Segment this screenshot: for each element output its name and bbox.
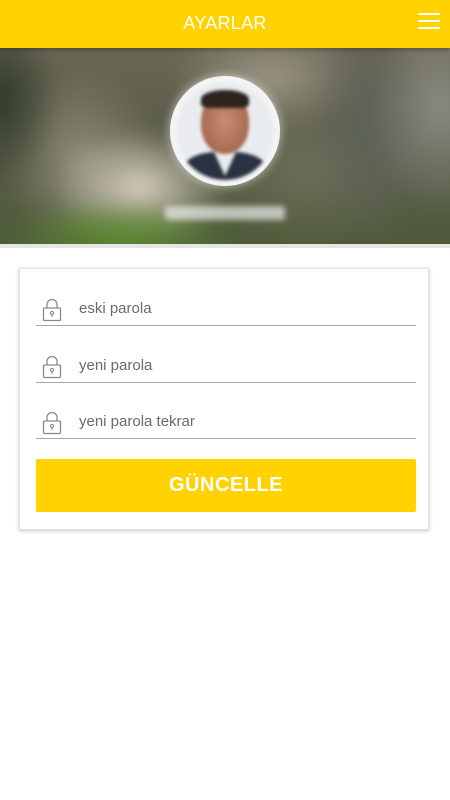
new-password-input[interactable]: [79, 353, 409, 377]
user-name-blurred: [0, 206, 450, 225]
lock-icon: [42, 355, 62, 379]
lock-icon: [42, 298, 62, 322]
new-password-field: [36, 348, 416, 383]
lock-icon: [42, 411, 62, 435]
confirm-password-input[interactable]: [79, 409, 409, 433]
confirm-password-field: [36, 404, 416, 439]
top-app-bar: AYARLAR: [0, 0, 450, 48]
profile-header: [0, 48, 450, 248]
update-button[interactable]: GÜNCELLE: [36, 459, 416, 512]
avatar: [170, 76, 280, 186]
password-change-card: GÜNCELLE: [19, 268, 429, 530]
page-title: AYARLAR: [183, 13, 267, 33]
old-password-field: [36, 291, 416, 326]
user-avatar: [176, 82, 274, 180]
old-password-input[interactable]: [79, 296, 409, 320]
hamburger-menu-icon[interactable]: [418, 13, 440, 33]
header-divider: [0, 244, 450, 248]
